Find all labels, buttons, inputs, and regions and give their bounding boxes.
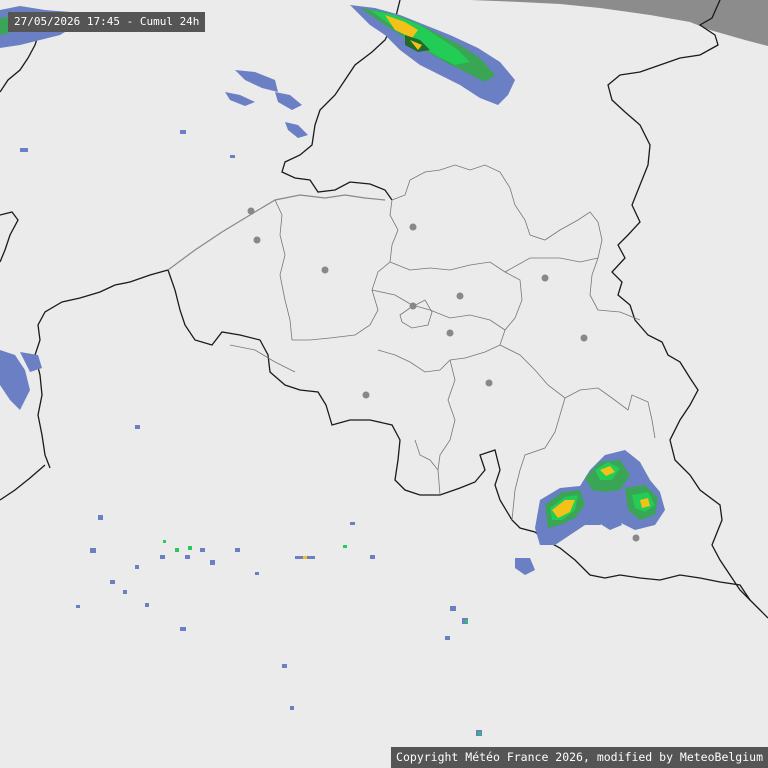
map-timestamp-label: 27/05/2026 17:45 - Cumul 24h bbox=[8, 12, 206, 32]
city-dot bbox=[409, 223, 417, 231]
copyright-label: Copyright Météo France 2026, modified by… bbox=[391, 747, 768, 768]
city-dot bbox=[362, 391, 370, 399]
city-dot bbox=[446, 329, 454, 337]
city-dot bbox=[632, 534, 640, 542]
city-dot bbox=[321, 266, 329, 274]
city-dot bbox=[541, 274, 549, 282]
city-dot bbox=[485, 379, 493, 387]
city-dot bbox=[409, 302, 417, 310]
city-dot bbox=[253, 236, 261, 244]
radar-map bbox=[0, 0, 768, 768]
map-background bbox=[0, 0, 768, 768]
rain-dot-yellow bbox=[303, 556, 307, 559]
city-dot bbox=[456, 292, 464, 300]
city-dot bbox=[247, 207, 255, 215]
city-dot bbox=[580, 334, 588, 342]
